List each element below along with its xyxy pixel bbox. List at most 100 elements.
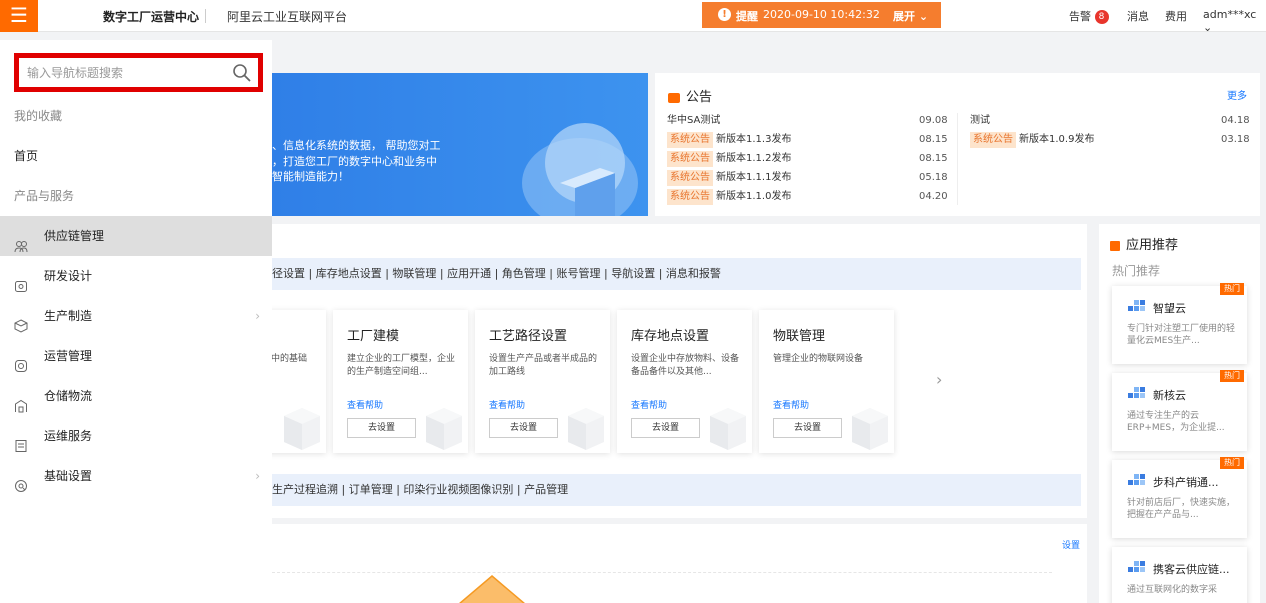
search-icon[interactable] (232, 63, 252, 83)
sidebar-item[interactable]: 基础设置 › (0, 456, 272, 496)
banner-line-2: ，打造您工厂的数字中心和业务中 (272, 155, 437, 168)
notice-item[interactable]: 测试 (970, 113, 990, 129)
app-logo-icon (1128, 559, 1146, 573)
notice-item[interactable]: 系统公告 新版本1.1.0发布 (667, 189, 791, 205)
app-recommend-panel: 应用推荐 热门推荐 热门 智望云 专门针对注塑工厂使用的轻量化云MES生产... 热门… (1099, 224, 1260, 603)
alert-banner[interactable]: ! 提醒 2020-09-10 10:42:32 展开 ⌄ (702, 2, 941, 28)
notice-text: 新版本1.1.1发布 (716, 172, 792, 183)
hot-badge: 热门 (1220, 457, 1244, 469)
app-name: 新核云 (1153, 389, 1186, 402)
apps-grid-icon (1110, 240, 1120, 251)
sidebar-item[interactable]: 仓储物流 (0, 376, 272, 416)
notice-date: 03.18 (1221, 134, 1250, 145)
notice-text: 测试 (970, 115, 990, 126)
setup-card[interactable]: 库存地点设置 设置企业中存放物料、设备备品备件以及其他... 查看帮助 去设置 (617, 310, 752, 453)
app-card[interactable]: 热门 智望云 专门针对注塑工厂使用的轻量化云MES生产... (1112, 283, 1247, 364)
quick-links-bottom[interactable]: 生产过程追溯 | 订单管理 | 印染行业视频图像识别 | 产品管理 (272, 474, 1081, 506)
brand-title[interactable]: 数字工厂运营中心 (103, 8, 199, 25)
brand-divider (205, 9, 206, 23)
nav-search-box (14, 53, 263, 92)
app-card[interactable]: 热门新核云通过专注生产的云ERP+MES，为企业提... (1112, 370, 1247, 451)
notice-item[interactable]: 系统公告 新版本1.0.9发布 (970, 132, 1094, 148)
card-setup-button[interactable]: 去设置 (631, 418, 700, 438)
sidebar-item[interactable]: 供应链管理 (0, 216, 272, 256)
operations-icon (14, 349, 28, 372)
cloud-illustration (522, 123, 638, 216)
top-bar: ☰ 数字工厂运营中心 阿里云工业互联网平台 ! 提醒 2020-09-10 10… (0, 0, 1266, 34)
sidebar-item-label: 运维服务 (44, 429, 93, 443)
home-link[interactable]: 首页 (14, 147, 38, 164)
sidebar-item-label: 运营管理 (44, 349, 93, 363)
main-panel: 径设置 | 库存地点设置 | 物联管理 | 应用开通 | 角色管理 | 账号管理… (171, 224, 1087, 518)
notice-item[interactable]: 系统公告 新版本1.1.2发布 (667, 151, 791, 167)
card-help-link[interactable]: 查看帮助 (631, 398, 667, 411)
app-name: 智望云 (1153, 302, 1186, 315)
setup-card[interactable]: 工艺路径设置 设置生产产品或者半成品的加工路线 查看帮助 去设置 (475, 310, 610, 453)
setting-link[interactable]: 设置 (1062, 538, 1080, 551)
sidebar-item[interactable]: 研发设计 (0, 256, 272, 296)
notice-divider (957, 113, 958, 205)
app-description: 通过互联网化的数字采 (1127, 585, 1218, 595)
notice-item[interactable]: 华中SA测试 (667, 113, 720, 129)
sidebar-item[interactable]: 运营管理 (0, 336, 272, 376)
setup-card[interactable]: 物联管理 管理企业的物联网设备 查看帮助 去设置 (759, 310, 894, 453)
notice-text: 新版本1.1.0发布 (716, 191, 792, 202)
notice-more-link[interactable]: 更多 (1227, 87, 1247, 102)
notice-tag: 系统公告 (667, 170, 713, 186)
maintenance-icon (14, 429, 28, 452)
card-title: 工厂建模 (347, 329, 400, 344)
reco-title: 应用推荐 (1110, 234, 1178, 253)
app-card[interactable]: 热门 步科产销通... 针对前店后厂，快速实施，把握在产产品与... (1112, 457, 1247, 538)
card-help-link[interactable]: 查看帮助 (347, 398, 383, 411)
production-icon (14, 309, 28, 333)
basic-settings-icon (14, 469, 28, 492)
chevron-right-icon: › (255, 469, 260, 483)
app-card[interactable]: 携客云供应链... 通过互联网化的数字采 (1112, 547, 1247, 603)
platform-name[interactable]: 阿里云工业互联网平台 (227, 8, 347, 25)
cube-illustration (424, 402, 464, 450)
card-help-link[interactable]: 查看帮助 (489, 398, 525, 411)
products-section-label: 产品与服务 (14, 189, 75, 203)
app-description: 通过专注生产的云ERP+MES，为企业提... (1127, 411, 1225, 433)
user-menu[interactable]: adm***xc ⌄ (1203, 8, 1266, 34)
alarm-link[interactable]: 告警 8 (1069, 8, 1109, 24)
notice-date: 04.18 (1221, 115, 1250, 126)
rd-design-icon (14, 269, 28, 292)
notice-date: 04.20 (919, 191, 948, 202)
card-description: 建立企业的工厂模型，企业的生产制造空间组... (347, 354, 456, 377)
favorites-link[interactable]: 我的收藏 (14, 107, 62, 124)
notice-tag: 系统公告 (667, 151, 713, 167)
notice-item[interactable]: 系统公告 新版本1.1.1发布 (667, 170, 791, 186)
alert-expand-button[interactable]: 展开 ⌄ (893, 8, 928, 24)
card-description: 设置企业中存放物料、设备备品备件以及其他... (631, 354, 740, 377)
hot-badge: 热门 (1220, 283, 1244, 295)
setup-card[interactable]: 工厂建模建立企业的工厂模型，企业的生产制造空间组... 查看帮助去设置 (333, 310, 468, 453)
sidebar-item-label: 供应链管理 (44, 229, 105, 243)
alarm-count-badge: 8 (1094, 10, 1109, 24)
sidebar-item[interactable]: 运维服务 (0, 416, 272, 456)
nav-search-input[interactable] (27, 61, 227, 85)
app-description: 针对前店后厂，快速实施，把握在产产品与... (1127, 498, 1236, 520)
hamburger-icon[interactable]: ☰ (0, 0, 38, 32)
card-setup-button[interactable]: 去设置 (489, 418, 558, 438)
notice-text: 新版本1.1.3发布 (716, 134, 792, 145)
banner-line-3: 智能制造能力！ (272, 170, 349, 183)
card-setup-button[interactable]: 去设置 (773, 418, 842, 438)
reco-subtitle: 热门推荐 (1112, 264, 1161, 278)
next-arrow-icon[interactable]: › (936, 370, 942, 389)
cube-illustration (850, 402, 890, 450)
sidebar-item[interactable]: 生产制造 › (0, 296, 272, 336)
card-setup-button[interactable]: 去设置 (347, 418, 416, 438)
bottom-panel: 设置 (272, 524, 1087, 603)
quick-links-top[interactable]: 径设置 | 库存地点设置 | 物联管理 | 应用开通 | 角色管理 | 账号管理… (272, 258, 1081, 290)
fee-link[interactable]: 费用 (1165, 8, 1187, 24)
chart-gridline (272, 572, 1052, 573)
banner-line-1: 、信息化系统的数据， 帮助您对工 (272, 139, 441, 152)
notice-item[interactable]: 系统公告 新版本1.1.3发布 (667, 132, 791, 148)
sidebar-item-label: 仓储物流 (44, 389, 93, 403)
message-link[interactable]: 消息 (1127, 8, 1149, 24)
card-help-link[interactable]: 查看帮助 (773, 398, 809, 411)
warehouse-icon (14, 389, 28, 413)
hot-badge: 热门 (1220, 370, 1244, 382)
card-title: 工艺路径设置 (489, 329, 568, 344)
